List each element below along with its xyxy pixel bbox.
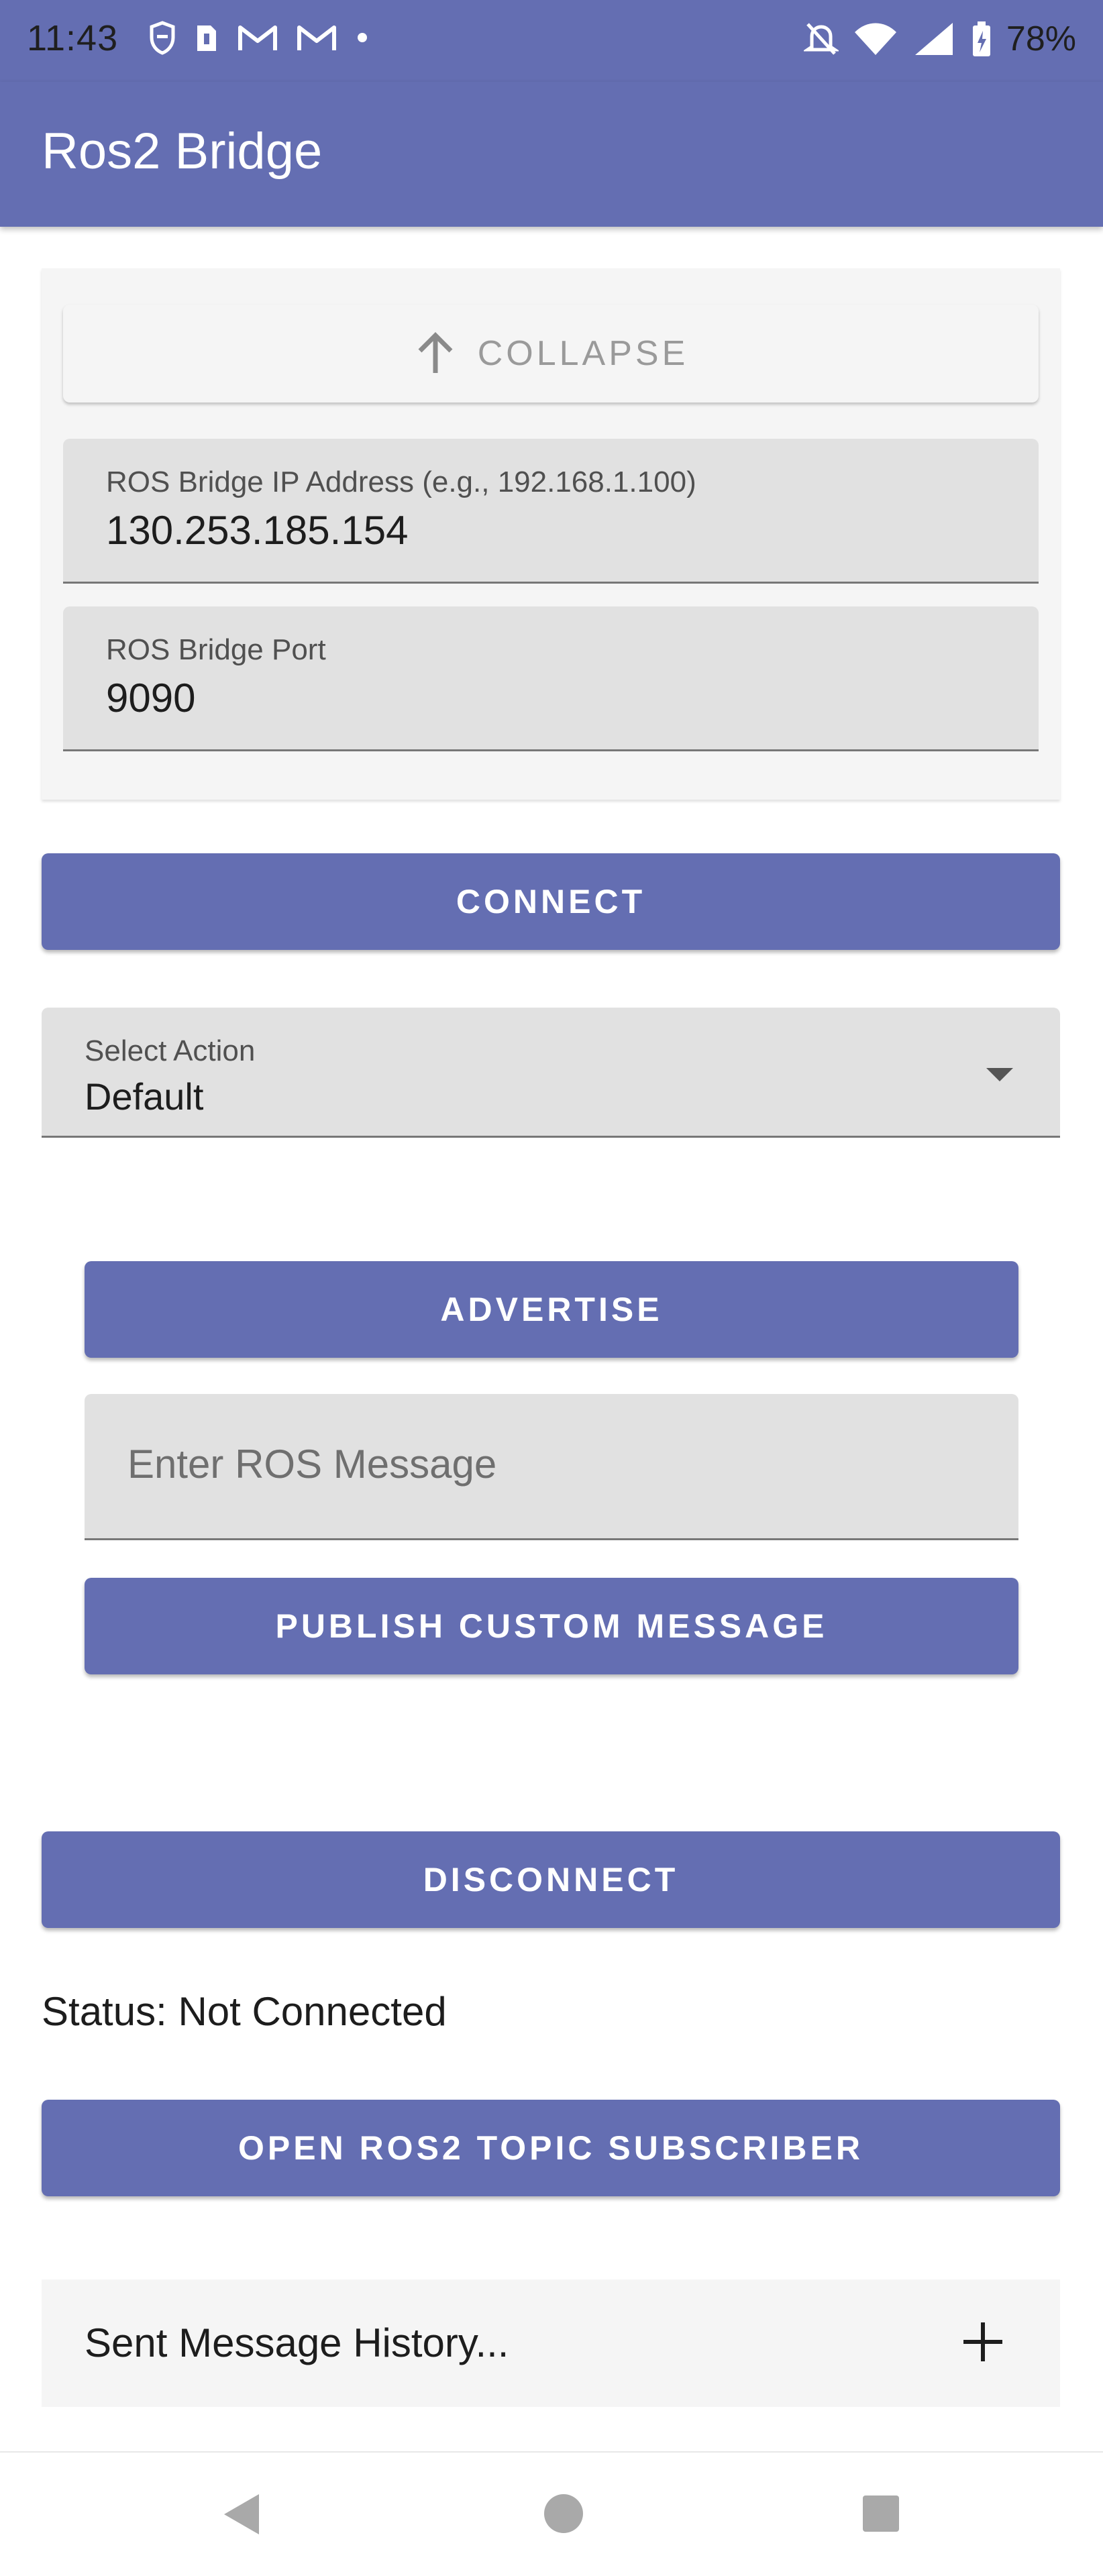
ip-address-value: 130.253.185.154 [106,508,409,553]
disconnect-button[interactable]: DISCONNECT [42,1831,1060,1928]
port-label: ROS Bridge Port [106,633,326,666]
publish-custom-message-button[interactable]: PUBLISH CUSTOM MESSAGE [85,1578,1018,1674]
connection-status: Status: Not Connected [42,1989,447,2034]
ip-address-field[interactable]: ROS Bridge IP Address (e.g., 192.168.1.1… [63,439,1039,584]
bell-off-icon [803,23,839,55]
status-time: 11:43 [27,18,119,58]
history-label: Sent Message History... [85,2320,509,2365]
ros-message-placeholder: Enter ROS Message [127,1442,497,1487]
sent-message-history[interactable]: Sent Message History... [42,2279,1060,2407]
shield-icon [150,21,175,55]
ros-message-input[interactable]: Enter ROS Message [85,1394,1018,1540]
recents-icon[interactable] [861,2494,900,2533]
app-title: Ros2 Bridge [42,123,323,180]
advertise-button[interactable]: ADVERTISE [85,1261,1018,1358]
port-value: 9090 [106,676,196,720]
battery-icon [972,21,990,56]
select-action-dropdown[interactable]: Select Action Default [42,1008,1060,1138]
notification-icons [149,20,369,55]
collapse-label: COLLAPSE [477,334,689,373]
home-icon[interactable] [543,2493,584,2534]
battery-percent: 78% [1006,19,1076,58]
gmail-icon [238,25,277,50]
dot-icon [358,33,367,42]
arrow-up-icon [418,332,453,373]
collapse-button[interactable]: COLLAPSE [63,305,1039,402]
port-field[interactable]: ROS Bridge Port 9090 [63,606,1039,751]
dropdown-arrow-icon [986,1068,1013,1081]
select-action-value: Default [85,1075,204,1118]
gmail-icon [297,25,336,50]
select-action-label: Select Action [85,1034,256,1067]
signal-icon [914,23,953,55]
ip-address-label: ROS Bridge IP Address (e.g., 192.168.1.1… [106,466,696,498]
plus-icon[interactable] [959,2318,1006,2365]
wifi-icon [854,23,896,55]
connect-button[interactable]: CONNECT [42,853,1060,950]
system-icons: 78% [803,19,1076,59]
file-icon [197,25,216,51]
open-topic-subscriber-button[interactable]: OPEN ROS2 TOPIC SUBSCRIBER [42,2100,1060,2196]
back-icon[interactable] [220,2490,263,2538]
